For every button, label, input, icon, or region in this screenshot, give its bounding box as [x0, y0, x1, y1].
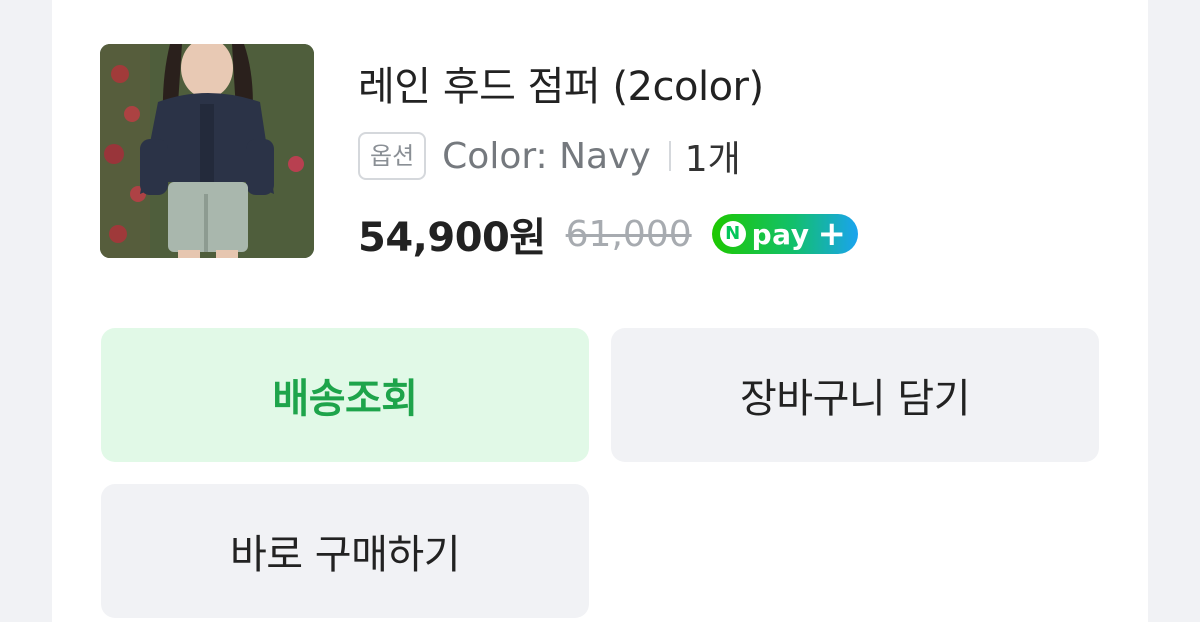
option-badge: 옵션 [358, 132, 427, 180]
quantity-label: 1개 [684, 139, 741, 180]
option-value: Color: Navy [442, 135, 651, 177]
price-row: 54,900원 61,000 N pay + [358, 208, 858, 261]
product-thumbnail[interactable] [100, 44, 314, 258]
npay-plus-badge: N pay + [711, 214, 858, 254]
naver-n-icon: N [719, 221, 746, 247]
product-photo-illustration [100, 44, 314, 258]
option-divider [668, 141, 671, 171]
product-summary: 레인 후드 점퍼 (2color) 옵션 Color: Navy 1개 54,9… [100, 44, 1100, 261]
original-price: 61,000 [565, 213, 692, 255]
buy-now-button[interactable]: 바로 구매하기 [101, 484, 589, 618]
plus-icon: + [817, 214, 846, 254]
add-to-cart-button[interactable]: 장바구니 담기 [611, 328, 1099, 462]
delivery-tracking-button[interactable]: 배송조회 [101, 328, 589, 462]
sale-price: 54,900원 [358, 215, 546, 261]
product-name[interactable]: 레인 후드 점퍼 (2color) [358, 54, 764, 112]
option-row: 옵션 Color: Navy 1개 [358, 130, 741, 182]
npay-label: pay [751, 217, 810, 251]
